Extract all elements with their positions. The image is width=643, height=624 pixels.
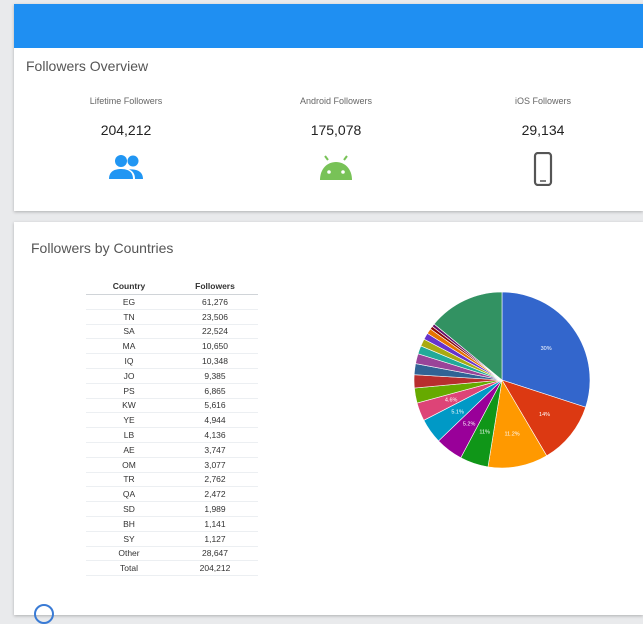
- table-row: BH 1,141: [86, 516, 258, 532]
- table-row: IQ 10,348: [86, 353, 258, 369]
- countries-table: Country Followers EG 61,276 TN 23,506 SA 22,5…: [86, 278, 258, 577]
- country-cell: TR: [86, 472, 172, 488]
- country-cell: SD: [86, 501, 172, 517]
- lifetime-followers-label: Lifetime Followers: [89, 96, 163, 106]
- smartphone-icon: [533, 152, 553, 186]
- followers-cell: 6,865: [172, 383, 258, 399]
- ios-followers-label: iOS Followers: [514, 96, 571, 106]
- table-header-row: Country Followers: [86, 278, 258, 295]
- pie-slice-label: 14%: [539, 412, 550, 418]
- country-cell: SA: [86, 324, 172, 340]
- followers-cell: 204,212: [172, 560, 258, 577]
- table-row: KW 5,616: [86, 398, 258, 414]
- followers-overview-card: Followers Overview Lifetime Followers 20…: [14, 4, 643, 211]
- ios-followers-stat: iOS Followers 29,134: [473, 96, 613, 186]
- country-cell: MA: [86, 338, 172, 355]
- followers-cell: 9,385: [172, 368, 258, 384]
- table-row: Total 204,212: [86, 560, 258, 577]
- country-cell: QA: [86, 486, 172, 503]
- country-cell: IQ: [86, 353, 172, 369]
- country-column-header: Country: [86, 278, 172, 295]
- country-cell: PS: [86, 383, 172, 399]
- country-cell: OM: [86, 457, 172, 473]
- countries-title: Followers by Countries: [31, 240, 174, 256]
- followers-cell: 1,141: [172, 516, 258, 532]
- followers-by-countries-card: Followers by Countries Country Followers…: [14, 222, 643, 615]
- android-followers-value: 175,078: [310, 122, 362, 138]
- table-row: EG 61,276: [86, 294, 258, 310]
- table-row: SY 1,127: [86, 531, 258, 547]
- followers-cell: 3,077: [172, 457, 258, 473]
- followers-pie-chart: 30% 14% 11.2% 11%5.2% 5.1% 4.6%: [413, 291, 591, 469]
- followers-cell: 28,647: [172, 546, 258, 562]
- country-cell: AE: [86, 442, 172, 458]
- country-cell: TN: [86, 309, 172, 325]
- top-app-bar: [14, 4, 643, 48]
- pie-slice-label: 5.1%: [451, 410, 464, 416]
- people-icon: [109, 155, 143, 179]
- lifetime-followers-value: 204,212: [100, 122, 152, 138]
- table-row: MA 10,650: [86, 338, 258, 355]
- country-cell: JO: [86, 368, 172, 384]
- pie-slice-label: 11.2%: [505, 432, 520, 438]
- table-row: TR 2,762: [86, 472, 258, 488]
- followers-column-header: Followers: [172, 278, 258, 295]
- followers-cell: 10,650: [172, 338, 258, 355]
- followers-cell: 3,747: [172, 442, 258, 458]
- table-row: OM 3,077: [86, 457, 258, 473]
- pie-slice-label: 30%: [541, 346, 552, 352]
- android-followers-label: Android Followers: [299, 96, 373, 106]
- table-row: SD 1,989: [86, 501, 258, 517]
- followers-cell: 2,762: [172, 472, 258, 488]
- table-row: Other 28,647: [86, 546, 258, 562]
- country-cell: Other: [86, 546, 172, 562]
- followers-cell: 4,944: [172, 412, 258, 429]
- android-followers-stat: Android Followers 175,078: [266, 96, 406, 186]
- pie-slice-label: 11%: [479, 430, 490, 436]
- followers-cell: 1,127: [172, 531, 258, 547]
- table-row: LB 4,136: [86, 427, 258, 443]
- followers-cell: 61,276: [172, 294, 258, 310]
- table-row: SA 22,524: [86, 324, 258, 340]
- table-row: QA 2,472: [86, 486, 258, 503]
- followers-cell: 23,506: [172, 309, 258, 325]
- table-row: TN 23,506: [86, 309, 258, 325]
- followers-cell: 10,348: [172, 353, 258, 369]
- country-cell: BH: [86, 516, 172, 532]
- country-cell: KW: [86, 398, 172, 414]
- pie-slice-label: 4.6%: [445, 398, 458, 404]
- country-cell: Total: [86, 560, 172, 577]
- country-cell: YE: [86, 412, 172, 429]
- help-icon[interactable]: [34, 604, 54, 624]
- table-row: PS 6,865: [86, 383, 258, 399]
- followers-cell: 4,136: [172, 427, 258, 443]
- followers-cell: 2,472: [172, 486, 258, 503]
- country-cell: EG: [86, 294, 172, 310]
- country-cell: SY: [86, 531, 172, 547]
- ios-followers-value: 29,134: [521, 122, 565, 138]
- followers-cell: 22,524: [172, 324, 258, 340]
- pie-slice-label: 5.2%: [463, 422, 476, 428]
- table-row: AE 3,747: [86, 442, 258, 458]
- android-icon: [320, 155, 352, 180]
- lifetime-followers-stat: Lifetime Followers 204,212: [56, 96, 196, 186]
- followers-cell: 1,989: [172, 501, 258, 517]
- country-cell: LB: [86, 427, 172, 443]
- table-row: YE 4,944: [86, 412, 258, 429]
- overview-title: Followers Overview: [26, 58, 149, 74]
- table-row: JO 9,385: [86, 368, 258, 384]
- followers-cell: 5,616: [172, 398, 258, 414]
